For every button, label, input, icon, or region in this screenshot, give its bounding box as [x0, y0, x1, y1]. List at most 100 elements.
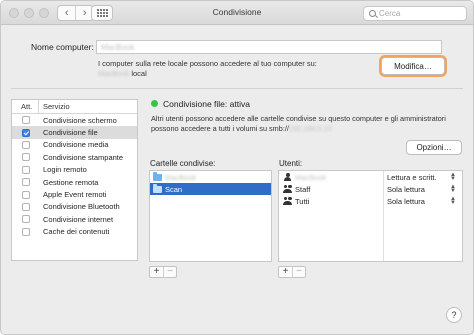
shared-folder-name: MacBook: [165, 172, 197, 182]
permission-value: Lettura e scritt.: [387, 172, 437, 182]
service-checkbox[interactable]: [21, 116, 30, 125]
computer-name-label: Nome computer:: [31, 42, 94, 52]
service-on-column-header[interactable]: Att.: [12, 100, 39, 113]
service-status-title: Condivisione file: attiva: [163, 99, 250, 109]
users-label: Utenti:: [279, 159, 303, 168]
service-status-description: Altri utenti possono accedere alle carte…: [151, 114, 461, 134]
single-user-icon: [283, 172, 292, 182]
shared-folder-row[interactable]: MacBook: [150, 171, 271, 183]
search-box[interactable]: [363, 6, 467, 21]
permission-popup[interactable]: Sola lettura ▲ ▼: [383, 184, 459, 194]
search-input[interactable]: [379, 8, 465, 19]
users-column-divider: [383, 171, 384, 261]
service-checkbox-cell: [12, 215, 39, 224]
service-checkbox-cell: [12, 227, 39, 236]
service-name: Apple Event remoti: [43, 190, 107, 200]
service-row[interactable]: Condivisione schermo: [12, 114, 137, 126]
folder-icon: [153, 183, 162, 193]
service-name: Cache dei contenuti: [43, 227, 110, 237]
group-icon: [283, 196, 292, 206]
service-name: Condivisione internet: [43, 214, 114, 224]
user-name-cell: Tutti: [279, 196, 383, 206]
service-checkbox-cell: [12, 178, 39, 187]
user-name-cell: MacBook: [279, 172, 383, 182]
options-button[interactable]: Opzioni…: [406, 140, 462, 155]
service-name: Login remoto: [43, 165, 87, 175]
user-name-cell: Staff: [279, 184, 383, 194]
add-folder-button[interactable]: +: [150, 267, 163, 277]
user-row[interactable]: Tutti Sola lettura ▲ ▼: [279, 195, 462, 207]
users-add-remove: + −: [278, 266, 306, 278]
service-name: Condivisione Bluetooth: [43, 202, 120, 212]
service-name: Condivisione media: [43, 140, 109, 150]
service-list-header: Att. Servizio: [12, 100, 137, 114]
service-checkbox-cell: [12, 116, 39, 125]
service-checkbox-cell: [12, 165, 39, 174]
shared-folder-row[interactable]: Scan: [150, 183, 271, 195]
service-row[interactable]: Login remoto: [12, 164, 137, 176]
up-down-arrows-icon: ▲ ▼: [450, 184, 456, 194]
service-checkbox[interactable]: [21, 165, 30, 174]
computer-name-description: I computer sulla rete locale possono acc…: [98, 59, 317, 79]
add-user-button[interactable]: +: [279, 267, 292, 277]
computer-name-field[interactable]: MacBook: [96, 40, 442, 54]
computer-name-desc-line1: I computer sulla rete locale possono acc…: [98, 59, 317, 68]
up-down-arrows-icon: ▲ ▼: [450, 196, 456, 206]
service-name: Condivisione stampante: [43, 152, 124, 162]
user-name: Staff: [295, 184, 311, 194]
help-button[interactable]: ?: [446, 307, 462, 323]
modify-button[interactable]: Modifica…: [381, 57, 445, 75]
shared-folders-list: MacBook Scan: [149, 170, 272, 262]
service-checkbox[interactable]: [21, 227, 30, 236]
service-checkbox-cell: [12, 128, 39, 137]
permission-popup[interactable]: Lettura e scritt. ▲ ▼: [383, 172, 459, 182]
service-row[interactable]: Apple Event remoti: [12, 188, 137, 200]
shared-folder-name: Scan: [165, 184, 183, 194]
permission-value: Sola lettura: [387, 184, 425, 194]
service-checkbox[interactable]: [21, 140, 30, 149]
permission-popup[interactable]: Sola lettura ▲ ▼: [383, 196, 459, 206]
users-list: MacBook Lettura e scritt. ▲ ▼ Staff Sola lett…: [278, 170, 463, 262]
service-name: Condivisione schermo: [43, 115, 117, 125]
service-row[interactable]: Condivisione internet: [12, 213, 137, 225]
service-name: Gestione remota: [43, 177, 99, 187]
service-checkbox-cell: [12, 202, 39, 211]
search-icon: [369, 10, 376, 17]
service-checkbox[interactable]: [21, 128, 30, 137]
folder-icon: [153, 171, 162, 181]
service-row[interactable]: Condivisione media: [12, 139, 137, 151]
user-name: Tutti: [295, 196, 310, 206]
service-name-column-header[interactable]: Servizio: [39, 102, 70, 111]
permission-value: Sola lettura: [387, 196, 425, 206]
remove-user-button[interactable]: −: [292, 267, 305, 277]
service-row[interactable]: Gestione remota: [12, 176, 137, 188]
group-icon: [283, 184, 292, 194]
service-row[interactable]: Condivisione Bluetooth: [12, 201, 137, 213]
service-name: Condivisione file: [43, 128, 98, 138]
user-row[interactable]: MacBook Lettura e scritt. ▲ ▼: [279, 171, 462, 183]
title-bar: ‹ › Condivisione: [1, 1, 473, 25]
remove-folder-button[interactable]: −: [163, 267, 176, 277]
service-checkbox[interactable]: [21, 153, 30, 162]
sharing-window: ‹ › Condivisione Nome computer: MacBook …: [0, 0, 474, 335]
service-checkbox[interactable]: [21, 202, 30, 211]
smb-address: 192.168.0.10: [288, 124, 332, 133]
computer-host-suffix: local: [129, 69, 147, 78]
status-indicator-icon: [151, 100, 158, 107]
computer-host-name: MacBook: [98, 69, 130, 78]
service-row[interactable]: Condivisione file: [12, 126, 137, 139]
up-down-arrows-icon: ▲ ▼: [450, 172, 456, 182]
service-checkbox[interactable]: [21, 190, 30, 199]
service-list: Att. Servizio Condivisione schermo Condiv…: [11, 99, 138, 261]
service-checkbox-cell: [12, 153, 39, 162]
service-checkbox-cell: [12, 190, 39, 199]
service-row[interactable]: Condivisione stampante: [12, 151, 137, 163]
service-row[interactable]: Cache dei contenuti: [12, 226, 137, 238]
divider: [11, 88, 463, 89]
service-checkbox[interactable]: [21, 215, 30, 224]
shared-folders-label: Cartelle condivise:: [150, 159, 216, 168]
user-name: MacBook: [295, 172, 327, 182]
user-row[interactable]: Staff Sola lettura ▲ ▼: [279, 183, 462, 195]
service-checkbox-cell: [12, 140, 39, 149]
service-checkbox[interactable]: [21, 178, 30, 187]
